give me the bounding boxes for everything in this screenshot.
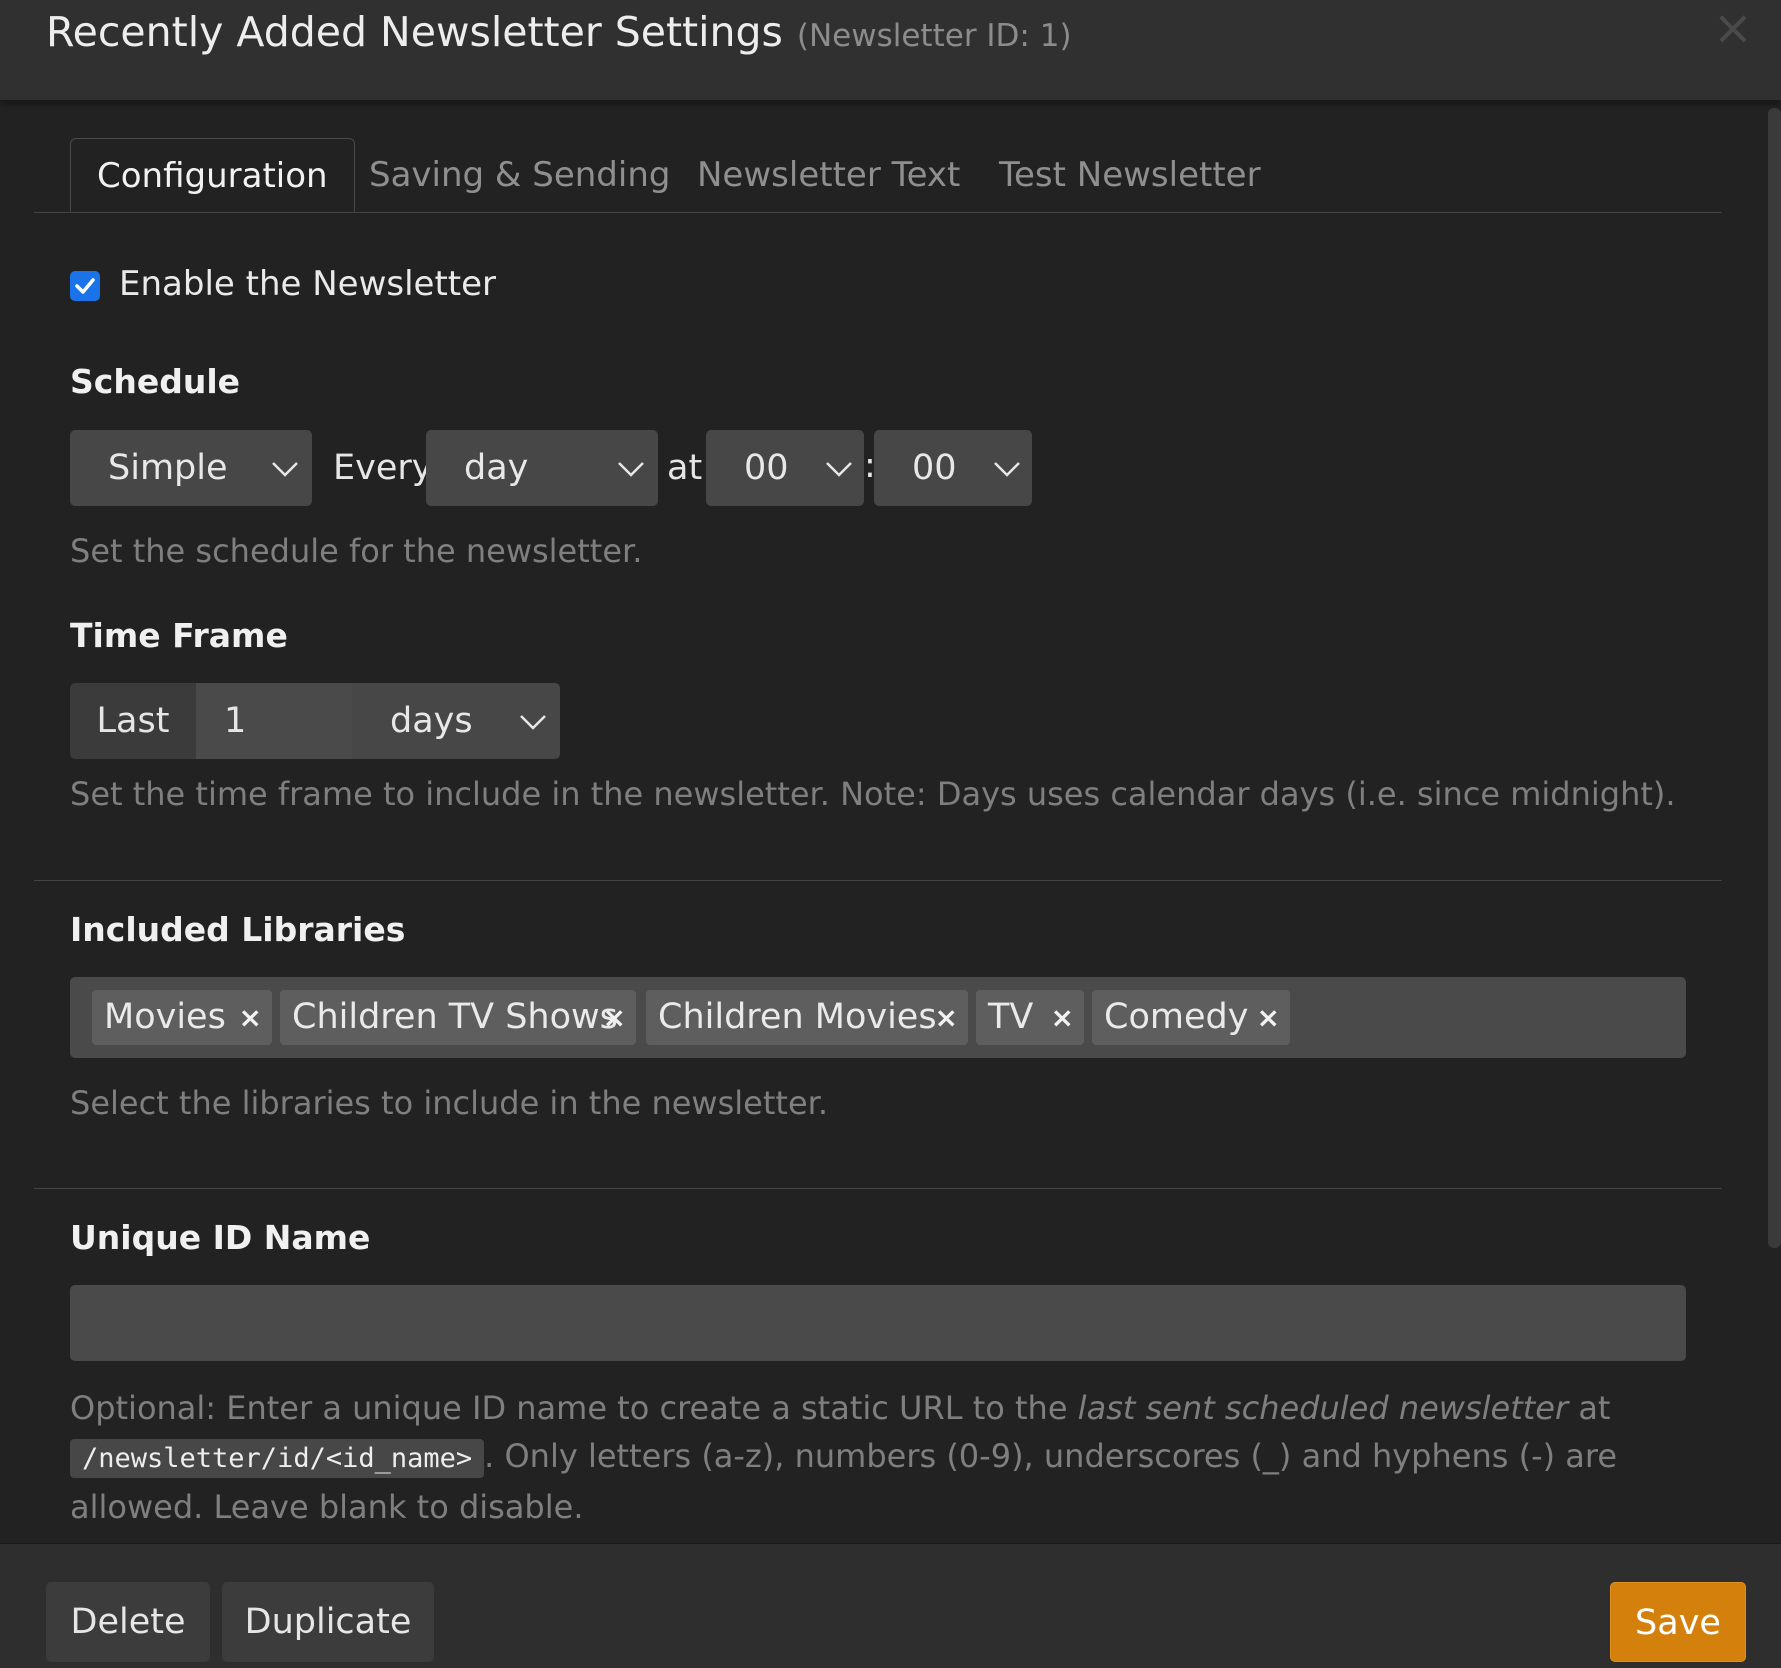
- time-frame-help-text: Set the time frame to include in the new…: [70, 775, 1676, 813]
- modal-title: Recently Added Newsletter Settings (Newsl…: [46, 8, 1072, 56]
- schedule-period-value: day: [464, 448, 529, 488]
- time-frame-prefix: Last: [70, 683, 196, 759]
- remove-chip-icon[interactable]: ×: [239, 990, 262, 1045]
- library-chip-movies: Movies ×: [92, 990, 272, 1045]
- included-libraries-select[interactable]: Movies × Children TV Shows × Children Mo…: [70, 977, 1686, 1058]
- library-chip-label: TV: [988, 997, 1034, 1037]
- unique-id-label: Unique ID Name: [70, 1218, 371, 1257]
- checkmark-icon: [75, 278, 95, 294]
- schedule-label: Schedule: [70, 362, 241, 401]
- scrollbar[interactable]: [1768, 108, 1781, 1248]
- library-chip-children-movies: Children Movies ×: [646, 990, 968, 1045]
- delete-button[interactable]: Delete: [46, 1582, 210, 1662]
- unique-id-help-part2: at: [1578, 1389, 1611, 1427]
- modal-body: Configuration Saving & Sending Newslette…: [0, 100, 1781, 1543]
- library-chip-tv: TV ×: [976, 990, 1084, 1045]
- newsletter-id-label: (Newsletter ID: 1): [796, 18, 1072, 54]
- modal-footer: Delete Duplicate Save: [0, 1543, 1781, 1668]
- tab-newsletter-text[interactable]: Newsletter Text: [697, 138, 960, 212]
- chevron-down-icon: [520, 715, 546, 730]
- schedule-minute-select[interactable]: 00: [874, 430, 1032, 506]
- schedule-hour-select[interactable]: 00: [706, 430, 864, 506]
- schedule-hour-value: 00: [744, 448, 789, 488]
- library-chip-label: Children TV Shows: [292, 997, 618, 1037]
- unique-id-help-emphasis: last sent scheduled newsletter: [1077, 1389, 1569, 1427]
- duplicate-button[interactable]: Duplicate: [222, 1582, 434, 1662]
- library-chip-comedy: Comedy ×: [1092, 990, 1290, 1045]
- tab-test-newsletter[interactable]: Test Newsletter: [999, 138, 1261, 212]
- tab-configuration[interactable]: Configuration: [70, 138, 355, 212]
- chevron-down-icon: [272, 462, 298, 477]
- newsletter-url-code: /newsletter/id/<id_name>: [70, 1439, 485, 1478]
- unique-id-help-text: Optional: Enter a unique ID name to crea…: [70, 1384, 1670, 1531]
- chevron-down-icon: [618, 462, 644, 477]
- modal-title-text: Recently Added Newsletter Settings: [46, 8, 783, 56]
- section-divider: [34, 880, 1722, 881]
- remove-chip-icon[interactable]: ×: [1051, 990, 1074, 1045]
- schedule-minute-value: 00: [912, 448, 957, 488]
- unique-id-help-part1: Optional: Enter a unique ID name to crea…: [70, 1389, 1068, 1427]
- close-icon[interactable]: ×: [1713, 4, 1753, 52]
- every-label: Every: [333, 448, 433, 488]
- unique-id-input[interactable]: [70, 1285, 1686, 1361]
- schedule-help-text: Set the schedule for the newsletter.: [70, 532, 643, 570]
- libraries-help-text: Select the libraries to include in the n…: [70, 1084, 829, 1122]
- time-frame-label: Time Frame: [70, 616, 288, 655]
- save-button[interactable]: Save: [1610, 1582, 1746, 1662]
- schedule-type-select[interactable]: Simple: [70, 430, 312, 506]
- chevron-down-icon: [994, 462, 1020, 477]
- enable-newsletter-checkbox[interactable]: [70, 271, 100, 301]
- library-chip-label: Children Movies: [658, 997, 937, 1037]
- remove-chip-icon[interactable]: ×: [935, 990, 958, 1045]
- remove-chip-icon[interactable]: ×: [1257, 990, 1280, 1045]
- remove-chip-icon[interactable]: ×: [603, 990, 626, 1045]
- section-divider: [34, 1188, 1722, 1189]
- time-frame-value-input[interactable]: 1: [196, 683, 352, 759]
- tab-bar: Configuration Saving & Sending Newslette…: [34, 138, 1722, 213]
- enable-newsletter-label: Enable the Newsletter: [119, 264, 497, 304]
- modal-header: Recently Added Newsletter Settings (Newsl…: [0, 0, 1781, 101]
- library-chip-label: Movies: [104, 997, 226, 1037]
- schedule-type-value: Simple: [108, 448, 228, 488]
- included-libraries-label: Included Libraries: [70, 910, 406, 949]
- at-label: at: [667, 448, 703, 488]
- chevron-down-icon: [826, 462, 852, 477]
- library-chip-label: Comedy: [1104, 997, 1249, 1037]
- tab-saving-sending[interactable]: Saving & Sending: [369, 138, 670, 212]
- schedule-period-select[interactable]: day: [426, 430, 658, 506]
- time-frame-unit-value: days: [390, 701, 473, 741]
- library-chip-children-tv-shows: Children TV Shows ×: [280, 990, 636, 1045]
- time-frame-unit-select[interactable]: days: [352, 683, 560, 759]
